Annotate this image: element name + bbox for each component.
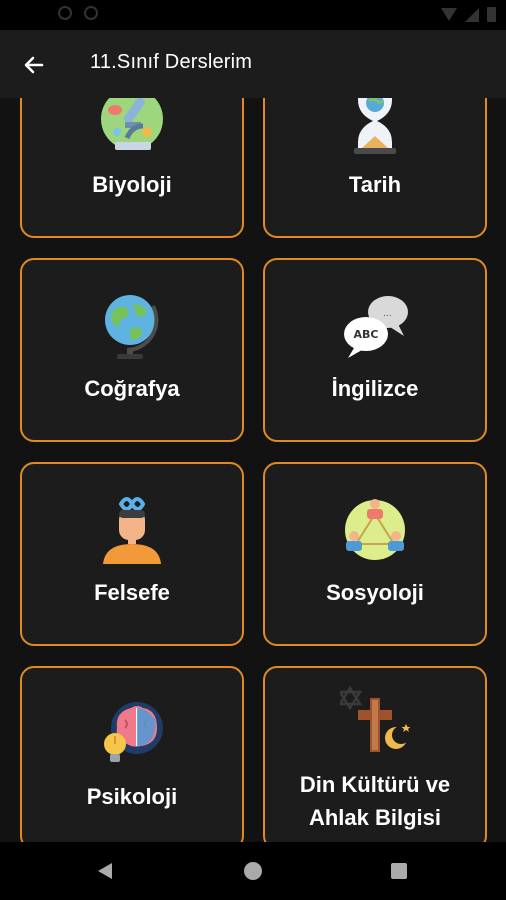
subject-label: Sosyoloji xyxy=(326,580,424,605)
subject-label: Biyoloji xyxy=(92,172,172,197)
subject-card-ingilizce[interactable]: ... ABC İngilizce xyxy=(263,258,487,442)
subject-grid-scroll[interactable]: Biyoloji Tarih Coğrafya ... ABC İngilizc… xyxy=(0,98,506,842)
nav-back-button[interactable] xyxy=(90,856,120,886)
subject-card-felsefe[interactable]: Felsefe xyxy=(20,462,244,646)
subject-label: İngilizce xyxy=(331,376,419,401)
hourglass-icon xyxy=(354,98,396,154)
subject-card-cografya[interactable]: Coğrafya xyxy=(20,258,244,442)
nav-home-button[interactable] xyxy=(238,856,268,886)
thinker-icon xyxy=(103,497,161,564)
subject-card-tarih[interactable]: Tarih xyxy=(263,98,487,238)
svg-text:...: ... xyxy=(383,309,392,319)
app-bar: 11.Sınıf Derslerim xyxy=(0,30,506,98)
subject-label: Felsefe xyxy=(94,580,170,605)
arrow-left-icon xyxy=(24,56,44,74)
signal-icon xyxy=(465,7,479,22)
subject-label: Tarih xyxy=(348,172,402,197)
religion-symbols-icon xyxy=(340,685,410,752)
nav-recents-button[interactable] xyxy=(384,856,414,886)
status-bar xyxy=(0,0,506,30)
subject-card-din-kulturu[interactable]: Din Kültürü ve Ahlak Bilgisi xyxy=(263,666,487,842)
battery-icon xyxy=(487,7,496,22)
wifi-icon xyxy=(441,8,457,21)
nav-home-icon xyxy=(244,862,262,880)
subject-card-sosyoloji[interactable]: Sosyoloji xyxy=(263,462,487,646)
microscope-icon xyxy=(101,98,163,150)
speech-bubbles-icon: ... ABC xyxy=(344,296,408,358)
subject-label: Coğrafya xyxy=(84,376,180,401)
abc-text: ABC xyxy=(354,328,379,341)
subject-label: Din Kültürü ve Ahlak Bilgisi xyxy=(299,772,451,830)
back-button[interactable] xyxy=(16,47,52,83)
subject-label: Psikoloji xyxy=(86,784,178,809)
brain-lightbulb-icon xyxy=(104,702,163,762)
subject-card-biyoloji[interactable]: Biyoloji xyxy=(20,98,244,238)
globe-icon xyxy=(105,295,159,359)
nav-recents-icon xyxy=(391,863,407,879)
nav-back-icon xyxy=(98,863,112,879)
settings-status-icon xyxy=(58,6,72,20)
subject-card-psikoloji[interactable]: Psikoloji xyxy=(20,666,244,842)
group-network-icon xyxy=(345,499,405,560)
sync-status-icon xyxy=(84,6,98,20)
system-nav-bar xyxy=(0,842,506,900)
page-title: 11.Sınıf Derslerim xyxy=(90,51,253,73)
